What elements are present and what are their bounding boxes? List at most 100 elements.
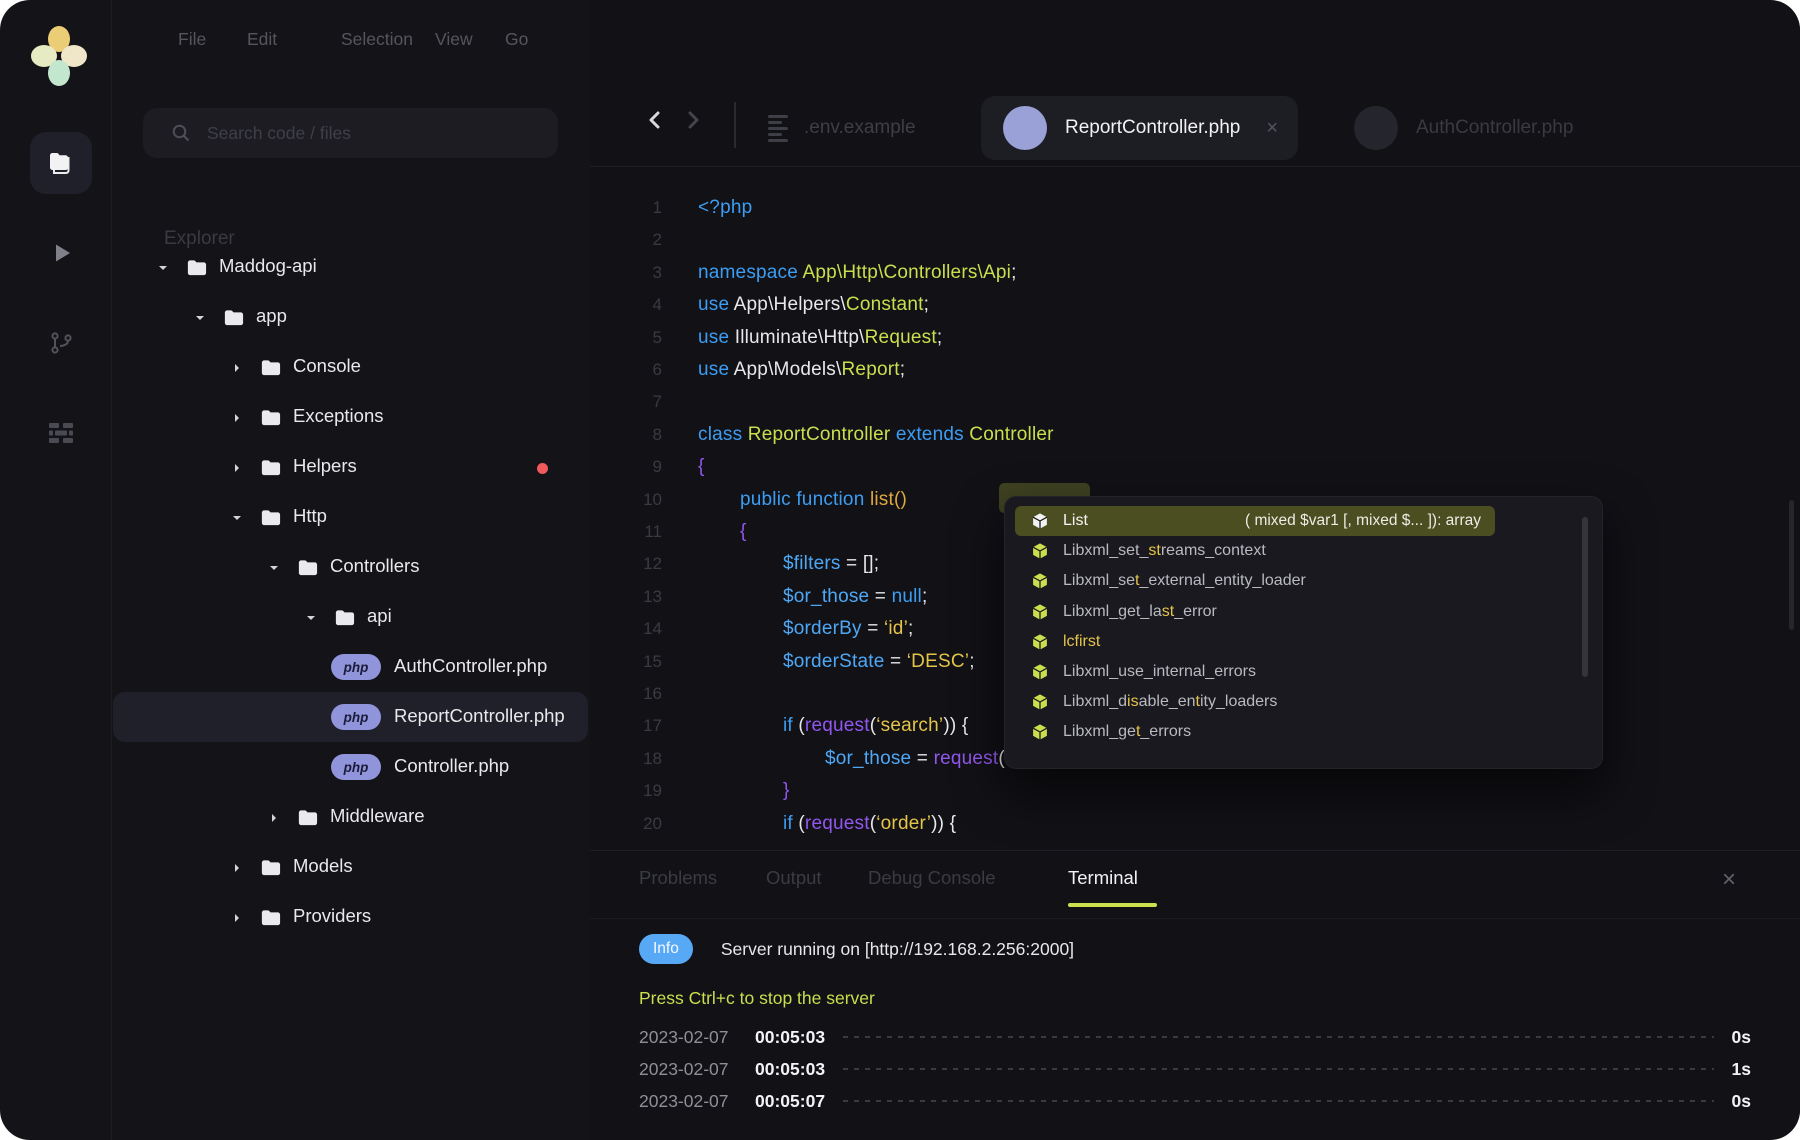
code-text: if (request(‘search’)) {	[783, 709, 968, 742]
log-date: 2023-02-07	[639, 1027, 741, 1048]
autocomplete-item-libxml_set_external_entity_loader[interactable]: Libxml_set_external_entity_loader	[1015, 566, 1499, 596]
code-line-1: 1 <?php	[590, 191, 1800, 224]
php-file-icon: php	[331, 654, 381, 680]
autocomplete-label: Libxml_set_streams_context	[1063, 542, 1266, 560]
panel-top-divider	[590, 850, 1800, 851]
close-panel-icon[interactable]: ×	[1722, 866, 1736, 894]
panel-tab-output[interactable]: Output	[766, 858, 822, 898]
autocomplete-item-list[interactable]: List( mixed $var1 [, mixed $... ]): arra…	[1015, 506, 1495, 536]
chevron-down-icon[interactable]	[194, 311, 206, 323]
line-number: 3	[600, 256, 662, 289]
search-input[interactable]	[205, 122, 529, 145]
chevron-right-icon[interactable]	[231, 461, 243, 473]
file-circle-badge	[1354, 106, 1398, 150]
folder-icon	[259, 856, 282, 884]
tree-item-controller-php[interactable]: phpController.php	[113, 742, 588, 792]
chevron-right-icon[interactable]	[681, 108, 705, 132]
tree-item-app[interactable]: app	[113, 292, 588, 342]
run-icon[interactable]	[30, 222, 92, 284]
autocomplete-item-libxml_use_internal_errors[interactable]: Libxml_use_internal_errors	[1015, 657, 1499, 687]
tree-item-label: Controller.php	[394, 755, 509, 777]
tab-auth-controller[interactable]: AuthController.php	[1332, 96, 1573, 160]
tree-item-console[interactable]: Console	[113, 342, 588, 392]
tab-report-controller[interactable]: ReportController.php ×	[981, 96, 1298, 160]
panel-tab-debug-console[interactable]: Debug Console	[868, 858, 996, 898]
cube-icon	[1031, 663, 1049, 681]
tree-item-exceptions[interactable]: Exceptions	[113, 392, 588, 442]
search-box[interactable]	[143, 108, 558, 158]
code-text: $orderBy = ‘id’;	[783, 612, 913, 645]
tree-item-authcontroller-php[interactable]: php AuthController.php	[113, 642, 588, 692]
chevron-right-icon[interactable]	[231, 911, 243, 923]
autocomplete-item-libxml_get_last_error[interactable]: Libxml_get_last_error	[1015, 597, 1499, 627]
modified-indicator-dot	[537, 463, 548, 474]
code-line-2: 2	[590, 223, 1800, 256]
tree-item-providers[interactable]: Providers	[113, 892, 588, 942]
code-text: public function list()	[740, 483, 907, 516]
code-text: <?php	[698, 191, 752, 224]
code-text: $orderState = ‘DESC’;	[783, 645, 975, 678]
activity-bar	[0, 0, 112, 1140]
cube-icon	[1031, 572, 1049, 590]
popup-scrollbar[interactable]	[1582, 517, 1588, 677]
code-text: namespace App\Http\Controllers\Api;	[698, 256, 1017, 289]
autocomplete-label: Libxml_use_internal_errors	[1063, 663, 1256, 681]
git-branch-icon[interactable]	[30, 312, 92, 374]
panel-tab-terminal[interactable]: Terminal	[1068, 858, 1138, 898]
autocomplete-item-libxml_set_streams_context[interactable]: Libxml_set_streams_context	[1015, 536, 1499, 566]
tree-item-helpers[interactable]: Helpers	[113, 442, 588, 492]
tree-item-label: ReportController.php	[394, 705, 565, 727]
chevron-right-icon[interactable]	[231, 861, 243, 873]
editor-scrollbar[interactable]	[1789, 500, 1794, 630]
cube-icon	[1031, 542, 1049, 560]
tabbar-divider	[590, 166, 1800, 167]
tab-label: AuthController.php	[1416, 117, 1573, 139]
code-line-9: 9{	[590, 450, 1800, 483]
folder-icon	[259, 356, 282, 384]
chevron-right-icon[interactable]	[268, 811, 280, 823]
tree-item-middleware[interactable]: Middleware	[113, 792, 588, 842]
line-number: 1	[600, 191, 662, 224]
files-icon[interactable]	[30, 132, 92, 194]
terminal-info-row: Info Server running on [http://192.168.2…	[639, 934, 1074, 964]
tree-item-maddog-api[interactable]: Maddog-api	[113, 242, 588, 292]
lines-icon	[768, 115, 788, 142]
tree-item-models[interactable]: Models	[113, 842, 588, 892]
terminal-log-entry: 2023-02-0700:05:030s	[639, 1021, 1751, 1053]
code-text: use App\Helpers\Constant;	[698, 288, 929, 321]
active-panel-tab-underline	[1068, 903, 1157, 907]
chevron-down-icon[interactable]	[305, 611, 317, 623]
code-line-7: 7	[590, 385, 1800, 418]
tree-item-controllers[interactable]: Controllers	[113, 542, 588, 592]
autocomplete-item-lcfirst[interactable]: lcfirst	[1015, 627, 1499, 657]
tree-item-http[interactable]: Http	[113, 492, 588, 542]
line-number: 20	[600, 807, 662, 840]
tree-item-reportcontroller-php[interactable]: phpReportController.php	[113, 692, 588, 742]
folder-icon	[222, 306, 245, 334]
chevron-right-icon[interactable]	[231, 361, 243, 373]
tab-env-example[interactable]: .env.example	[768, 96, 916, 160]
tree-item-label: AuthController.php	[394, 655, 547, 677]
folder-icon	[259, 906, 282, 934]
dashboard-icon[interactable]	[30, 402, 92, 464]
panel-tab-problems[interactable]: Problems	[639, 858, 717, 898]
autocomplete-item-libxml_disable_entity_loaders[interactable]: Libxml_disable_entity_loaders	[1015, 687, 1499, 717]
chevron-right-icon[interactable]	[231, 411, 243, 423]
line-number: 10	[600, 483, 662, 516]
chevron-down-icon[interactable]	[268, 561, 280, 573]
log-date: 2023-02-07	[639, 1059, 741, 1080]
chevron-down-icon[interactable]	[157, 261, 169, 273]
cube-icon	[1031, 633, 1049, 651]
code-text: if (request(‘order’)) {	[783, 807, 956, 840]
line-number: 15	[600, 645, 662, 678]
close-tab-icon[interactable]: ×	[1266, 117, 1278, 140]
chevron-left-icon[interactable]	[643, 108, 667, 132]
line-number: 13	[600, 580, 662, 613]
autocomplete-item-libxml_get_errors[interactable]: Libxml_get_errors	[1015, 717, 1499, 747]
autocomplete-label: List	[1063, 512, 1088, 530]
chevron-down-icon[interactable]	[231, 511, 243, 523]
tree-item-label: app	[256, 305, 287, 327]
app-logo-clover-icon	[30, 26, 88, 88]
log-duration: 0s	[1732, 1027, 1751, 1048]
tree-item-api[interactable]: api	[113, 592, 588, 642]
